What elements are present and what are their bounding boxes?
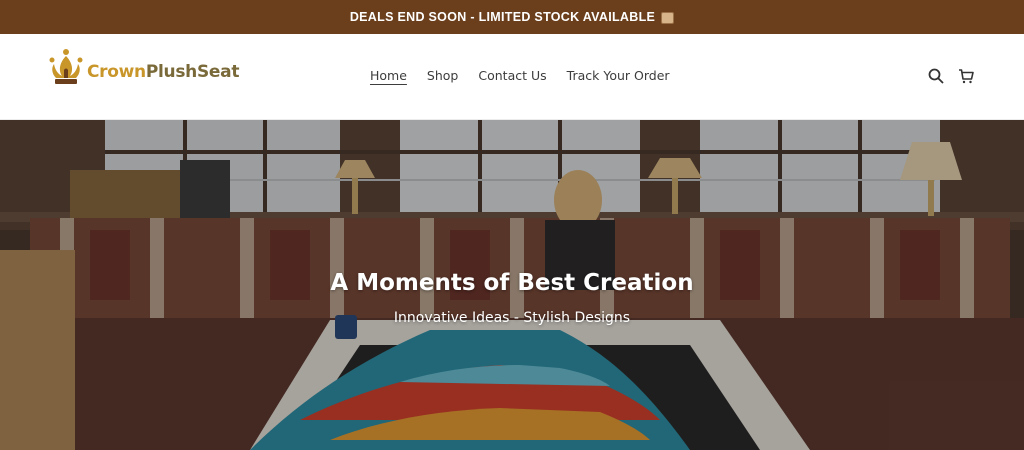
nav-item-home[interactable]: Home [370,68,407,83]
nav-item-contact-us[interactable]: Contact Us [478,68,546,83]
main-nav: Home Shop Contact Us Track Your Order [370,68,670,83]
brand-name: CrownPlushSeat [87,62,239,82]
crown-icon [49,49,83,84]
announcement-text: DEALS END SOON - LIMITED STOCK AVAILABLE [349,10,656,24]
package-icon [661,12,675,24]
hero-banner[interactable]: A Moments of Best Creation Innovative Id… [0,120,1024,450]
nav-item-track-your-order[interactable]: Track Your Order [567,68,670,83]
brand-name-part1: Crown [87,62,146,82]
cart-icon[interactable] [958,68,974,84]
site-logo[interactable]: CrownPlushSeat [46,48,239,88]
header-icons [928,68,974,84]
hero-subtitle: Innovative Ideas - Stylish Designs [393,310,631,326]
nav-item-shop[interactable]: Shop [427,68,458,83]
brand-name-part2: PlushSeat [145,62,240,82]
search-icon[interactable] [928,68,944,84]
hero-title: A Moments of Best Creation [330,270,694,296]
site-header: CrownPlushSeat Home Shop Contact Us Trac… [0,34,1024,120]
announcement-bar: DEALS END SOON - LIMITED STOCK AVAILABLE [0,0,1024,34]
